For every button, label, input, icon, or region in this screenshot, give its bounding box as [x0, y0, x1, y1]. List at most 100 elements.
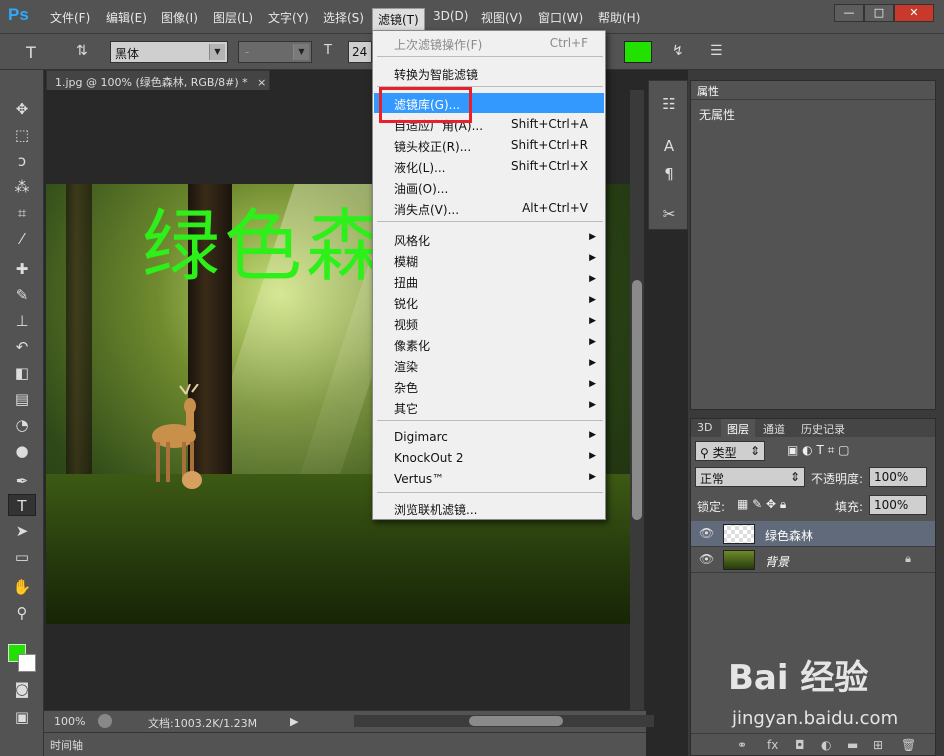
- layer-row[interactable]: 👁︎ 绿色森林: [691, 521, 935, 547]
- vertical-scrollbar[interactable]: [630, 90, 644, 710]
- history-brush-icon[interactable]: ↶: [8, 336, 36, 358]
- layer-row[interactable]: 👁︎ 背景 🔒︎: [691, 547, 935, 573]
- close-tab-icon[interactable]: ×: [257, 76, 266, 89]
- lasso-tool-icon[interactable]: ↄ: [8, 150, 36, 172]
- quick-select-icon[interactable]: ⁂: [8, 176, 36, 198]
- timeline-panel[interactable]: 时间轴: [44, 732, 646, 756]
- eyedropper-tool-icon[interactable]: ⁄: [8, 228, 36, 250]
- menu-item-other[interactable]: 其它 ▶: [374, 397, 604, 417]
- menu-item-vanishing-point[interactable]: 消失点(V)... Alt+Ctrl+V: [374, 198, 604, 218]
- group-icon[interactable]: ▬: [847, 738, 858, 752]
- menu-item-noise[interactable]: 杂色 ▶: [374, 376, 604, 396]
- close-button[interactable]: ✕: [894, 4, 934, 22]
- tab-layers[interactable]: 图层: [721, 419, 755, 437]
- canvas-text-layer[interactable]: 绿色森: [142, 184, 388, 296]
- path-select-icon[interactable]: ➤: [8, 520, 36, 542]
- minimize-button[interactable]: —: [834, 4, 864, 22]
- character-panel-icon[interactable]: A: [659, 137, 679, 157]
- menu-3d[interactable]: 3D(D): [433, 9, 468, 23]
- link-icon[interactable]: ⚭: [737, 738, 747, 752]
- font-family-select[interactable]: 黑体 ▼: [110, 41, 228, 63]
- rectangle-tool-icon[interactable]: ▭: [8, 546, 36, 568]
- menu-select[interactable]: 选择(S): [323, 9, 364, 26]
- menu-item-browse-online[interactable]: 浏览联机滤镜...: [374, 498, 604, 518]
- menu-item-sharpen[interactable]: 锐化 ▶: [374, 292, 604, 312]
- menu-item-vertus[interactable]: Vertus™ ▶: [374, 469, 604, 489]
- marquee-tool-icon[interactable]: ⬚: [8, 124, 36, 146]
- type-tool-icon[interactable]: T: [26, 43, 36, 62]
- history-panel-icon[interactable]: ☷: [659, 95, 679, 115]
- menu-item-render[interactable]: 渲染 ▶: [374, 355, 604, 375]
- tab-properties[interactable]: 属性: [691, 81, 725, 99]
- maximize-button[interactable]: □: [864, 4, 894, 22]
- menu-item-knockout[interactable]: KnockOut 2 ▶: [374, 448, 604, 468]
- type-tool-icon[interactable]: T: [8, 494, 36, 516]
- menu-type[interactable]: 文字(Y): [268, 9, 309, 26]
- horizontal-scroll-thumb[interactable]: [469, 716, 563, 726]
- dodge-tool-icon[interactable]: ●: [8, 440, 36, 462]
- menu-item-lens-correction[interactable]: 镜头校正(R)... Shift+Ctrl+R: [374, 135, 604, 155]
- document-tab[interactable]: 1.jpg @ 100% (绿色森林, RGB/8#) * ×: [46, 70, 270, 90]
- menu-image[interactable]: 图像(I): [161, 9, 198, 26]
- adjustment-icon[interactable]: ◐: [821, 738, 831, 752]
- trash-icon[interactable]: 🗑︎: [901, 738, 916, 752]
- clone-stamp-icon[interactable]: ⊥: [8, 310, 36, 332]
- screen-mode-icon[interactable]: ▣: [8, 706, 36, 728]
- layer-filter-select[interactable]: ⚲ 类型 ⇕: [695, 441, 765, 461]
- menu-item-stylize[interactable]: 风格化 ▶: [374, 229, 604, 249]
- brush-tool-icon[interactable]: ✎: [8, 284, 36, 306]
- blur-tool-icon[interactable]: ◔: [8, 414, 36, 436]
- background-color-swatch[interactable]: [18, 654, 36, 672]
- menu-file[interactable]: 文件(F): [50, 9, 90, 26]
- mask-icon[interactable]: ◘: [795, 738, 805, 752]
- menu-help[interactable]: 帮助(H): [598, 9, 640, 26]
- menu-view[interactable]: 视图(V): [481, 9, 523, 26]
- gradient-tool-icon[interactable]: ▤: [8, 388, 36, 410]
- pen-tool-icon[interactable]: ✒: [8, 470, 36, 492]
- opacity-input[interactable]: 100%: [869, 467, 927, 487]
- status-icon[interactable]: [98, 714, 112, 728]
- healing-brush-icon[interactable]: ✚: [8, 258, 36, 280]
- menu-window[interactable]: 窗口(W): [538, 9, 583, 26]
- menu-item-distort[interactable]: 扭曲 ▶: [374, 271, 604, 291]
- status-menu-arrow-icon[interactable]: ▶: [290, 715, 298, 728]
- tab-history[interactable]: 历史记录: [795, 419, 851, 437]
- crop-tool-icon[interactable]: ⌗: [8, 202, 36, 224]
- horizontal-scrollbar[interactable]: [354, 715, 654, 727]
- zoom-tool-icon[interactable]: ⚲: [8, 602, 36, 624]
- move-tool-icon[interactable]: ✥: [8, 98, 36, 120]
- eye-icon[interactable]: 👁︎: [699, 526, 714, 540]
- tab-channels[interactable]: 通道: [757, 419, 791, 437]
- zoom-level[interactable]: 100%: [54, 715, 85, 728]
- menu-item-oil-paint[interactable]: 油画(O)...: [374, 177, 604, 197]
- tool-presets-icon[interactable]: ✂: [659, 205, 679, 225]
- hand-tool-icon[interactable]: ✋: [8, 576, 36, 598]
- new-layer-icon[interactable]: ⊞: [873, 738, 883, 752]
- menu-item-pixelate[interactable]: 像素化 ▶: [374, 334, 604, 354]
- font-size-input[interactable]: 24: [348, 41, 372, 63]
- menu-item-digimarc[interactable]: Digimarc ▶: [374, 427, 604, 447]
- font-style-select[interactable]: - ▼: [238, 41, 312, 63]
- blend-mode-select[interactable]: 正常 ⇕: [695, 467, 805, 487]
- eye-icon[interactable]: 👁︎: [699, 552, 714, 566]
- menu-item-liquify[interactable]: 液化(L)... Shift+Ctrl+X: [374, 156, 604, 176]
- paragraph-panel-icon[interactable]: ¶: [659, 165, 679, 185]
- menu-item-last-filter[interactable]: 上次滤镜操作(F) Ctrl+F: [374, 33, 604, 53]
- vertical-scroll-thumb[interactable]: [632, 280, 642, 520]
- text-color-swatch[interactable]: [624, 41, 652, 63]
- menu-layer[interactable]: 图层(L): [213, 9, 253, 26]
- menu-filter[interactable]: 滤镜(T): [372, 8, 425, 31]
- menu-item-blur[interactable]: 模糊 ▶: [374, 250, 604, 270]
- fill-input[interactable]: 100%: [869, 495, 927, 515]
- quick-mask-icon[interactable]: ◙: [8, 678, 36, 700]
- tab-3d[interactable]: 3D: [691, 419, 719, 437]
- eraser-tool-icon[interactable]: ◧: [8, 362, 36, 384]
- warp-text-icon[interactable]: ↯: [672, 43, 684, 59]
- menu-edit[interactable]: 编辑(E): [106, 9, 147, 26]
- character-panel-icon[interactable]: ☰: [710, 43, 723, 59]
- lock-icons[interactable]: ▦ ✎ ✥ 🔒︎: [737, 497, 786, 512]
- menu-item-smart-filter[interactable]: 转换为智能滤镜: [374, 63, 604, 83]
- filter-icons[interactable]: ▣ ◐ T ⌗ ▢: [787, 443, 850, 458]
- menu-item-video[interactable]: 视频 ▶: [374, 313, 604, 333]
- fx-icon[interactable]: fx: [767, 738, 778, 752]
